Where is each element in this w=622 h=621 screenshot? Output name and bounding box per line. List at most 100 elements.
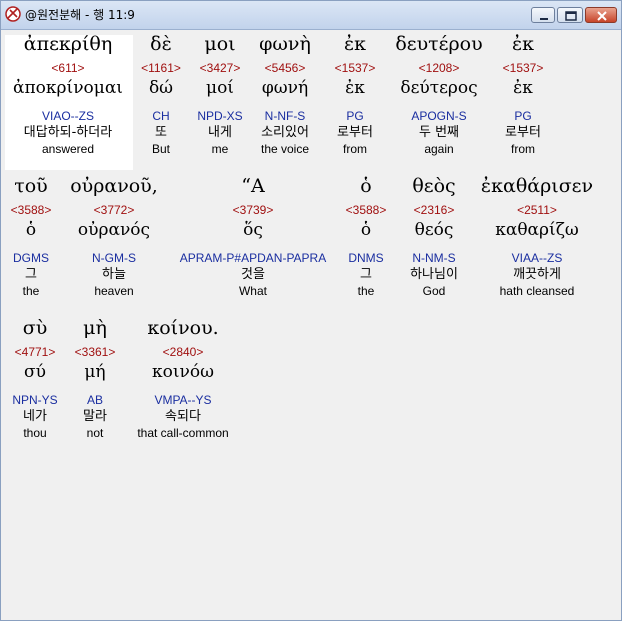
korean-gloss: 하늘 [102,267,126,282]
parsing-code[interactable]: CH [135,110,187,126]
korean-gloss: 또 [155,125,167,140]
word-cell[interactable]: μοι <3427> μοί NPD-XS 내게 me [191,33,249,156]
korean-gloss: 네가 [23,409,47,424]
greek-word: δευτέρου [395,33,483,55]
lemma: δεύτερος [400,78,478,98]
lemma: ἀποκρίνομαι [13,78,123,98]
close-button[interactable] [585,7,617,23]
english-gloss: But [151,142,170,156]
korean-gloss: 말라 [83,409,107,424]
word-cell[interactable]: θεὸς <2316> θεός N-NM-S 하나님이 God [397,175,471,298]
parsing-code[interactable]: N-GM-S [61,252,167,268]
parsing-code[interactable]: APRAM-P#APDAN-PAPRA [171,252,335,268]
greek-word: ὁ [360,175,372,197]
minimize-button[interactable] [531,7,555,23]
interlinear-panel: ἀπεκρίθη <611> ἀποκρίνομαι VIAO--ZS 대답하되… [5,35,617,615]
word-cell[interactable]: ἐκ <1537> ἐκ PG 로부터 from [493,33,553,156]
greek-word: “Α [241,175,265,197]
lemma: θεός [414,220,454,240]
lemma: ἐκ [345,78,365,98]
parsing-code[interactable]: N-NM-S [397,252,471,268]
greek-word: φωνὴ [259,33,311,55]
korean-gloss: 것을 [241,267,265,282]
app-window: @원전분해 - 행 11:9 ἀπεκρίθη <611> ἀποκρίνομα… [0,0,622,621]
korean-gloss: 로부터 [505,125,541,140]
english-gloss: What [238,284,267,298]
parsing-code[interactable]: NPN-YS [5,394,65,410]
korean-gloss: 그 [25,267,37,282]
english-gloss: the [357,284,375,298]
word-cell[interactable]: μὴ <3361> μή AB 말라 not [67,319,123,440]
word-cell[interactable]: δὲ <1161> δώ CH 또 But [135,33,187,156]
word-cell[interactable]: ἀπεκρίθη <611> ἀποκρίνομαι VIAO--ZS 대답하되… [5,33,131,156]
parsing-code[interactable]: DNMS [341,252,391,268]
parsing-code[interactable]: APOGN-S [389,110,489,126]
parsing-code[interactable]: AB [67,394,123,410]
english-gloss: me [211,142,229,156]
greek-word: τοῦ [14,175,48,197]
word-cell[interactable]: φωνὴ <5456> φωνή N-NF-S 소리있어 the voice [253,33,317,156]
greek-word: κοίνου. [147,317,219,339]
parsing-code[interactable]: VIAO--ZS [5,110,131,126]
greek-word: μοι [204,33,236,55]
english-gloss: that call-common [137,426,229,440]
lemma: φωνή [261,78,309,98]
lemma: οὐρανός [77,220,151,240]
parsing-code[interactable]: PG [493,110,553,126]
word-cell[interactable]: “Α <3739> ὅς APRAM-P#APDAN-PAPRA 것을 What [171,175,335,298]
korean-gloss: 그 [360,267,372,282]
lemma: ὁ [25,220,37,240]
english-gloss: hath cleansed [499,284,575,298]
korean-gloss: 내게 [208,125,232,140]
english-gloss: again [424,142,454,156]
english-gloss: the voice [260,142,310,156]
maximize-button[interactable] [557,7,583,23]
parsing-code[interactable]: VMPA--YS [127,394,239,410]
korean-gloss: 깨끗하게 [513,267,561,282]
word-cell[interactable]: ἐκαθάρισεν <2511> καθαρίζω VIAA--ZS 깨끗하게… [475,175,599,298]
app-icon[interactable] [5,6,21,22]
word-cell[interactable]: σὺ <4771> σύ NPN-YS 네가 thou [5,317,65,440]
korean-gloss: 속되다 [165,409,201,424]
title-bar[interactable]: @원전분해 - 행 11:9 [1,1,621,30]
greek-word: ἐκ [343,33,367,55]
lemma: ἐκ [513,78,533,98]
parsing-code[interactable]: PG [325,110,385,126]
word-cell[interactable]: τοῦ <3588> ὁ DGMS 그 the [5,175,57,298]
window-title: @원전분해 - 행 11:9 [25,8,135,22]
greek-word: ἐκ [511,33,535,55]
lemma: ὅς [243,220,263,240]
english-gloss: heaven [94,284,134,298]
english-gloss: from [343,142,367,156]
korean-gloss: 두 번째 [418,125,459,140]
greek-word: ἐκαθάρισεν [480,175,594,197]
korean-gloss: 소리있어 [261,125,309,140]
greek-word: ἀπεκρίθη [23,33,113,55]
word-cell[interactable]: ὁ <3588> ὁ DNMS 그 the [341,175,391,298]
lemma: σύ [24,362,46,382]
greek-word: σὺ [22,317,48,339]
word-cell[interactable]: κοίνου. <2840> κοινόω VMPA--YS 속되다 that … [127,317,239,440]
parsing-code[interactable]: VIAA--ZS [475,252,599,268]
word-cell[interactable]: ἐκ <1537> ἐκ PG 로부터 from [325,33,385,156]
lemma: κοινόω [152,362,214,382]
english-gloss: not [86,426,104,440]
parsing-code[interactable]: NPD-XS [191,110,249,126]
english-gloss: God [422,284,446,298]
english-gloss: the [22,284,40,298]
greek-word: θεὸς [412,175,456,197]
korean-gloss: 로부터 [337,125,373,140]
parsing-code[interactable]: DGMS [5,252,57,268]
lemma: μή [84,362,106,382]
greek-word: δὲ [150,33,172,55]
english-gloss: from [511,142,535,156]
lemma: δώ [148,78,174,98]
lemma: μοί [206,78,234,98]
lemma: ὁ [360,220,372,240]
parsing-code[interactable]: N-NF-S [253,110,317,126]
english-gloss: answered [41,142,95,156]
lemma: καθαρίζω [495,220,579,240]
word-cell[interactable]: δευτέρου <1208> δεύτερος APOGN-S 두 번째 ag… [389,33,489,156]
word-cell[interactable]: οὐρανοῦ, <3772> οὐρανός N-GM-S 하늘 heaven [61,177,167,298]
english-gloss: thou [23,426,47,440]
